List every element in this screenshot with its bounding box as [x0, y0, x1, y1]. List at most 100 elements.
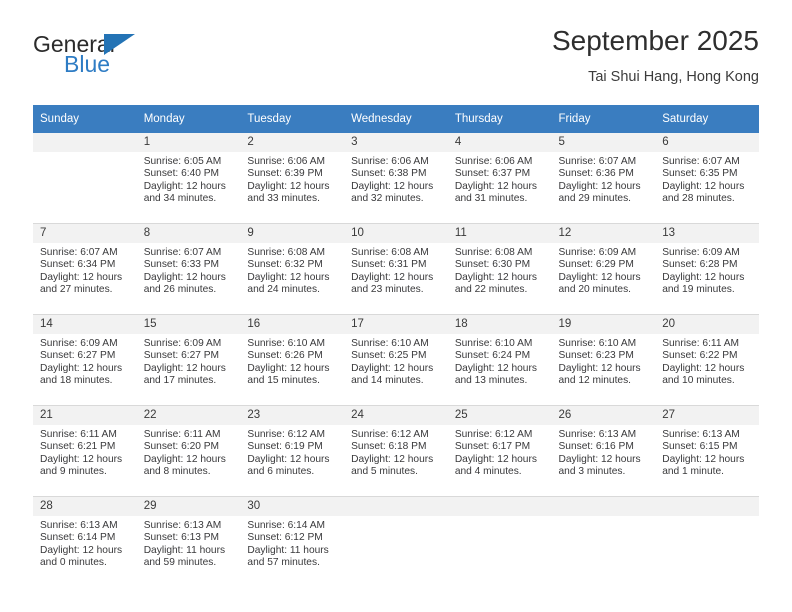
calendar-day-cell[interactable]: 5 Sunrise: 6:07 AM Sunset: 6:36 PM Daylight… [551, 133, 656, 224]
day-details: Sunrise: 6:10 AM Sunset: 6:24 PM Daylight:… [448, 334, 552, 388]
day-details [448, 516, 552, 520]
daylight-text-line2: and 6 minutes. [247, 466, 315, 478]
daylight-text-line2: and 34 minutes. [143, 193, 217, 205]
sunrise-text: Sunrise: 6:12 AM [454, 429, 533, 440]
daylight-text-line2: and 10 minutes. [662, 375, 735, 387]
daylight-text-line1: Daylight: 12 hours [247, 453, 330, 465]
sunset-text: Sunset: 6:36 PM [558, 168, 634, 180]
day-cell-inner: 17 Sunrise: 6:10 AM Sunset: 6:25 PM Dayligh… [344, 315, 448, 405]
day-details: Sunrise: 6:07 AM Sunset: 6:34 PM Daylight:… [33, 243, 137, 297]
day-cell-inner: 13 Sunrise: 6:09 AM Sunset: 6:28 PM Dayligh… [655, 224, 759, 314]
calendar-day-cell[interactable]: 6 Sunrise: 6:07 AM Sunset: 6:35 PM Daylight… [655, 133, 759, 224]
daylight-text-line1: Daylight: 12 hours [662, 453, 745, 465]
day-number: 29 [136, 497, 241, 516]
calendar-day-cell[interactable]: 19 Sunrise: 6:10 AM Sunset: 6:23 PM Dayligh… [551, 314, 656, 406]
calendar-day-cell[interactable]: 18 Sunrise: 6:10 AM Sunset: 6:24 PM Dayligh… [447, 314, 552, 406]
daylight-text-line1: Daylight: 12 hours [40, 271, 123, 283]
sunrise-text: Sunrise: 6:06 AM [351, 156, 429, 167]
daylight-text-line1: Daylight: 12 hours [40, 544, 123, 556]
calendar-day-cell[interactable]: 22 Sunrise: 6:11 AM Sunset: 6:20 PM Dayligh… [136, 405, 241, 497]
sunset-text: Sunset: 6:30 PM [454, 259, 531, 271]
day-details: Sunrise: 6:05 AM Sunset: 6:40 PM Daylight:… [137, 152, 241, 206]
sunset-text: Sunset: 6:25 PM [351, 350, 427, 362]
calendar-table: Sunday Monday Tuesday Wednesday Thursday… [33, 105, 759, 587]
sunset-text: Sunset: 6:26 PM [247, 350, 323, 362]
daylight-text-line2: and 20 minutes. [558, 284, 632, 296]
day-details: Sunrise: 6:13 AM Sunset: 6:14 PM Daylight:… [33, 516, 137, 570]
calendar-day-cell[interactable]: 25 Sunrise: 6:12 AM Sunset: 6:17 PM Dayligh… [447, 405, 552, 497]
sunrise-text: Sunrise: 6:13 AM [40, 520, 118, 531]
day-cell-inner [551, 497, 656, 587]
day-cell-inner: 7 Sunrise: 6:07 AM Sunset: 6:34 PM Daylight… [33, 224, 137, 314]
calendar-body: 1 Sunrise: 6:05 AM Sunset: 6:40 PM Daylight… [33, 133, 759, 587]
calendar-day-cell[interactable]: 28 Sunrise: 6:13 AM Sunset: 6:14 PM Dayligh… [33, 496, 137, 587]
daylight-text-line2: and 9 minutes. [40, 466, 107, 478]
calendar-day-cell[interactable]: 24 Sunrise: 6:12 AM Sunset: 6:18 PM Dayligh… [344, 405, 448, 497]
day-number: 11 [447, 224, 552, 243]
daylight-text-line2: and 19 minutes. [662, 284, 735, 296]
day-details: Sunrise: 6:13 AM Sunset: 6:15 PM Daylight:… [655, 425, 759, 479]
calendar-day-cell[interactable]: 30 Sunrise: 6:14 AM Sunset: 6:12 PM Dayligh… [240, 496, 345, 587]
calendar-day-cell[interactable]: 13 Sunrise: 6:09 AM Sunset: 6:28 PM Dayligh… [655, 223, 759, 315]
day-number [33, 133, 137, 152]
sunset-text: Sunset: 6:23 PM [558, 350, 634, 362]
weekday-header-friday: Friday [551, 105, 656, 133]
brand-name-blue: Blue [64, 51, 111, 77]
calendar-day-cell[interactable]: 9 Sunrise: 6:08 AM Sunset: 6:32 PM Daylight… [240, 223, 345, 315]
calendar-day-cell[interactable]: 11 Sunrise: 6:08 AM Sunset: 6:30 PM Dayligh… [447, 223, 552, 315]
calendar-day-cell[interactable]: 12 Sunrise: 6:09 AM Sunset: 6:29 PM Dayligh… [551, 223, 656, 315]
calendar-day-cell[interactable]: 29 Sunrise: 6:13 AM Sunset: 6:13 PM Dayligh… [136, 496, 241, 587]
day-number: 21 [33, 406, 137, 425]
daylight-text-line2: and 23 minutes. [351, 284, 424, 296]
day-cell-inner [344, 497, 448, 587]
day-number: 2 [240, 133, 345, 152]
day-details: Sunrise: 6:13 AM Sunset: 6:13 PM Daylight:… [137, 516, 241, 570]
day-number: 30 [240, 497, 345, 516]
calendar-day-cell[interactable]: 23 Sunrise: 6:12 AM Sunset: 6:19 PM Dayligh… [240, 405, 345, 497]
sunset-text: Sunset: 6:29 PM [558, 259, 634, 271]
day-number: 16 [240, 315, 345, 334]
day-cell-inner: 3 Sunrise: 6:06 AM Sunset: 6:38 PM Daylight… [344, 133, 448, 223]
calendar-day-cell[interactable]: 20 Sunrise: 6:11 AM Sunset: 6:22 PM Dayligh… [655, 314, 759, 406]
day-cell-inner: 19 Sunrise: 6:10 AM Sunset: 6:23 PM Dayligh… [551, 315, 656, 405]
day-cell-inner: 26 Sunrise: 6:13 AM Sunset: 6:16 PM Dayligh… [551, 406, 656, 496]
daylight-text-line1: Daylight: 12 hours [40, 362, 123, 374]
calendar-day-cell[interactable]: 27 Sunrise: 6:13 AM Sunset: 6:15 PM Dayligh… [655, 405, 759, 497]
calendar-day-cell[interactable]: 21 Sunrise: 6:11 AM Sunset: 6:21 PM Dayligh… [33, 405, 137, 497]
day-details: Sunrise: 6:10 AM Sunset: 6:25 PM Daylight:… [344, 334, 448, 388]
calendar-day-cell[interactable]: 8 Sunrise: 6:07 AM Sunset: 6:33 PM Daylight… [136, 223, 241, 315]
day-details: Sunrise: 6:14 AM Sunset: 6:12 PM Daylight:… [240, 516, 344, 570]
day-number: 20 [655, 315, 759, 334]
calendar-empty-cell [447, 496, 552, 587]
sunset-text: Sunset: 6:28 PM [662, 259, 738, 271]
day-number: 24 [344, 406, 448, 425]
calendar-day-cell[interactable]: 14 Sunrise: 6:09 AM Sunset: 6:27 PM Dayligh… [33, 314, 137, 406]
day-number: 6 [655, 133, 759, 152]
calendar-day-cell[interactable]: 3 Sunrise: 6:06 AM Sunset: 6:38 PM Daylight… [344, 133, 448, 224]
calendar-day-cell[interactable]: 1 Sunrise: 6:05 AM Sunset: 6:40 PM Daylight… [136, 133, 241, 224]
day-cell-inner: 30 Sunrise: 6:14 AM Sunset: 6:12 PM Dayligh… [240, 497, 345, 587]
calendar-day-cell[interactable]: 2 Sunrise: 6:06 AM Sunset: 6:39 PM Daylight… [240, 133, 345, 224]
calendar-day-cell[interactable]: 15 Sunrise: 6:09 AM Sunset: 6:27 PM Dayligh… [136, 314, 241, 406]
calendar-day-cell[interactable]: 26 Sunrise: 6:13 AM Sunset: 6:16 PM Dayligh… [551, 405, 656, 497]
day-number: 19 [551, 315, 656, 334]
calendar-empty-cell [655, 496, 759, 587]
day-details: Sunrise: 6:07 AM Sunset: 6:33 PM Daylight:… [137, 243, 241, 297]
day-number: 7 [33, 224, 137, 243]
day-cell-inner: 21 Sunrise: 6:11 AM Sunset: 6:21 PM Dayligh… [33, 406, 137, 496]
daylight-text-line1: Daylight: 12 hours [558, 180, 641, 192]
page-title: September 2025 [551, 25, 759, 56]
day-number [551, 497, 656, 516]
day-cell-inner: 16 Sunrise: 6:10 AM Sunset: 6:26 PM Dayligh… [240, 315, 345, 405]
brand-logo[interactable]: General Blue [33, 32, 203, 88]
calendar-day-cell[interactable]: 7 Sunrise: 6:07 AM Sunset: 6:34 PM Daylight… [33, 223, 137, 315]
calendar-day-cell[interactable]: 4 Sunrise: 6:06 AM Sunset: 6:37 PM Daylight… [447, 133, 552, 224]
sunset-text: Sunset: 6:40 PM [143, 168, 220, 180]
day-details [655, 516, 759, 520]
calendar-day-cell[interactable]: 17 Sunrise: 6:10 AM Sunset: 6:25 PM Dayligh… [344, 314, 448, 406]
calendar-day-cell[interactable]: 16 Sunrise: 6:10 AM Sunset: 6:26 PM Dayligh… [240, 314, 345, 406]
sunrise-text: Sunrise: 6:08 AM [351, 247, 429, 258]
day-details [344, 516, 448, 520]
calendar-day-cell[interactable]: 10 Sunrise: 6:08 AM Sunset: 6:31 PM Dayligh… [344, 223, 448, 315]
daylight-text-line2: and 26 minutes. [143, 284, 217, 296]
